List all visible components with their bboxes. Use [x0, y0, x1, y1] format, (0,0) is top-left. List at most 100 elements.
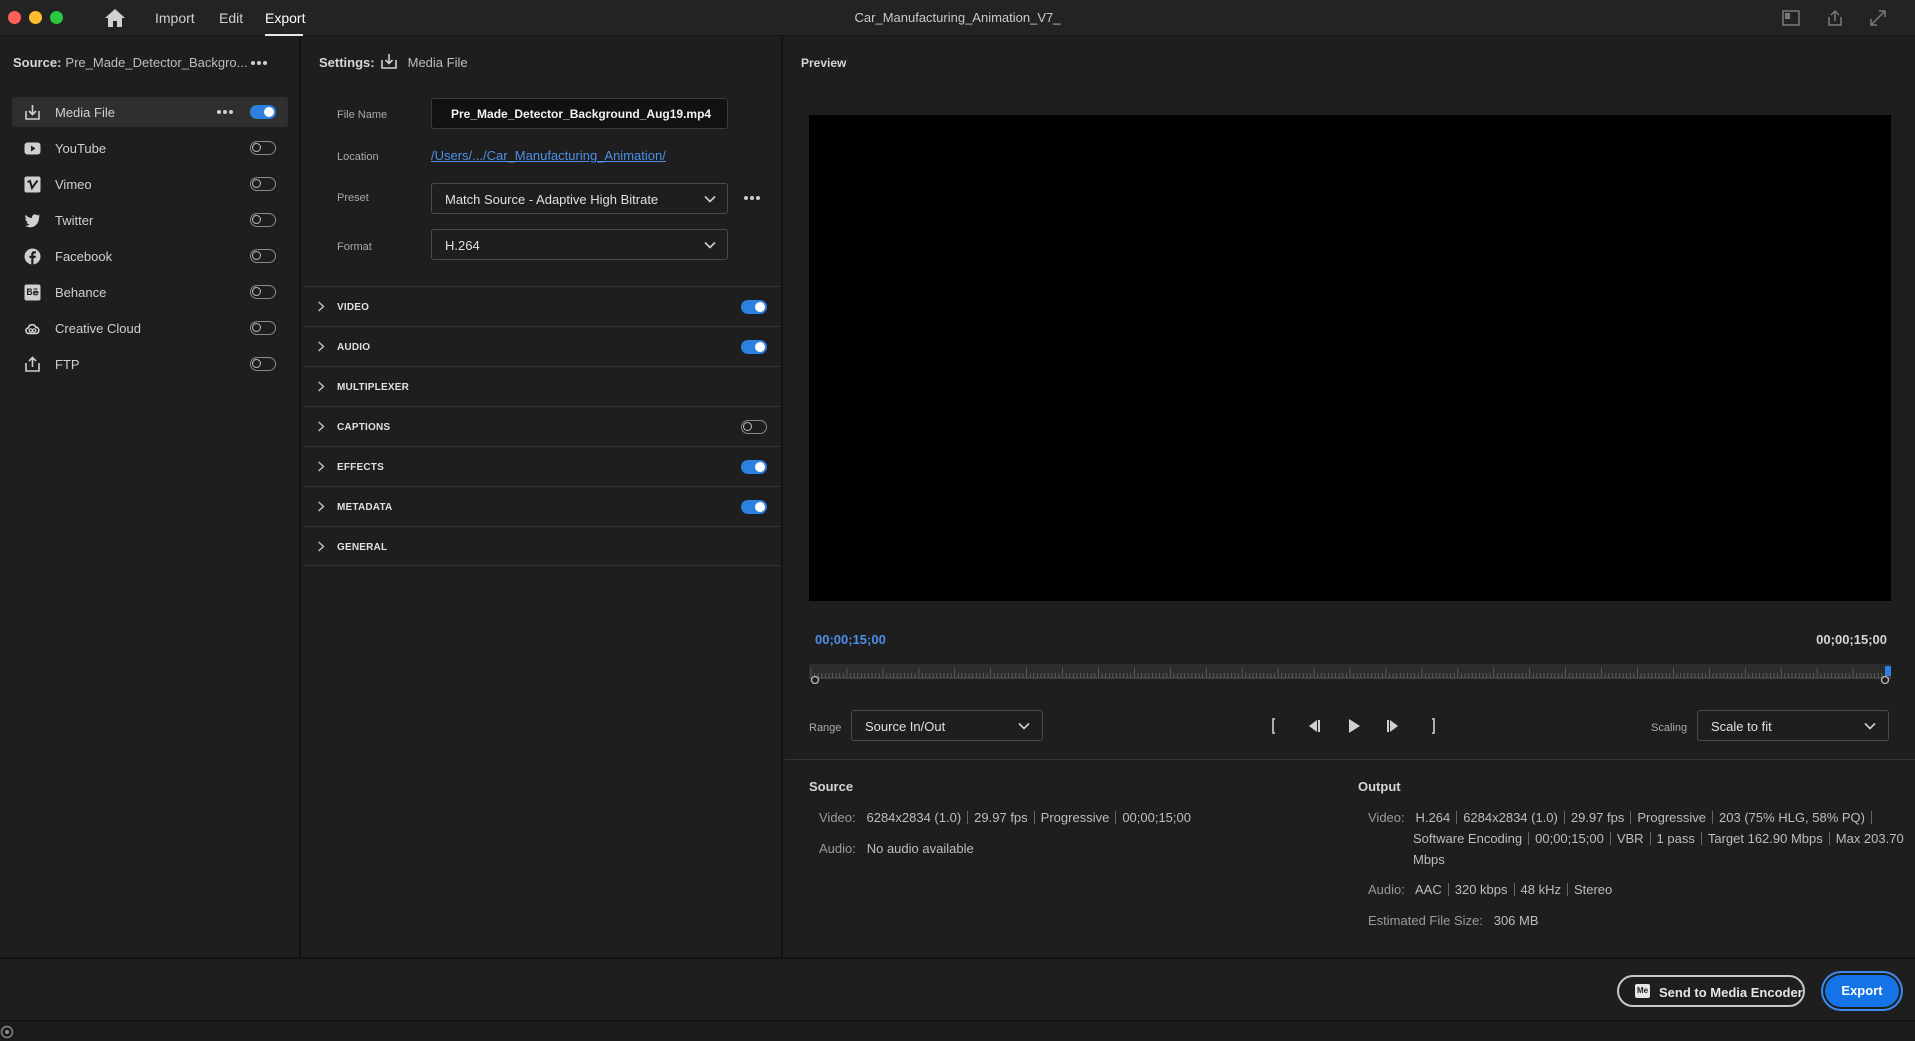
section-label: GENERAL — [337, 542, 388, 553]
info-key: Video: — [1368, 810, 1405, 825]
preset-more-icon[interactable] — [744, 196, 762, 202]
menu-edit[interactable]: Edit — [219, 10, 243, 26]
dest-label: Media File — [55, 105, 115, 120]
upload-icon — [25, 356, 40, 372]
section-multiplexer[interactable]: MULTIPLEXER — [303, 366, 781, 406]
dest-item-twitter[interactable]: Twitter — [12, 205, 288, 235]
bottom-bar: Me Send to Media Encoder Export — [0, 957, 1915, 1020]
dest-item-media-file[interactable]: Media File — [12, 97, 288, 127]
dest-item-creative-cloud[interactable]: Creative Cloud — [12, 313, 288, 343]
media-file-more-icon[interactable] — [217, 110, 235, 116]
chevron-down-icon — [704, 241, 716, 249]
mark-in-icon[interactable] — [1264, 716, 1284, 736]
current-timecode[interactable]: 00;00;15;00 — [815, 632, 886, 647]
close-window-button[interactable] — [8, 11, 21, 24]
preset-dropdown[interactable]: Match Source - Adaptive High Bitrate — [431, 183, 728, 214]
metadata-toggle[interactable] — [741, 500, 767, 514]
creative-cloud-icon — [25, 323, 40, 335]
effects-toggle[interactable] — [741, 460, 767, 474]
info-value: 00;00;15;00 — [1535, 831, 1604, 846]
section-captions[interactable]: CAPTIONS — [303, 406, 781, 446]
out-point-handle[interactable] — [1880, 675, 1890, 684]
preset-label: Preset — [337, 192, 369, 204]
media-encoder-icon: Me — [1635, 984, 1650, 998]
chevron-right-icon — [317, 541, 325, 552]
mark-out-icon[interactable] — [1423, 716, 1443, 736]
fullscreen-icon[interactable] — [1868, 8, 1888, 28]
export-file-icon — [25, 105, 40, 120]
source-value: Pre_Made_Detector_Backgro... — [65, 55, 248, 70]
section-metadata[interactable]: METADATA — [303, 486, 781, 526]
output-video-line-2: Software Encoding 00;00;15;00 VBR 1 pass Tar… — [1413, 831, 1904, 846]
share-icon[interactable] — [1825, 8, 1845, 28]
video-preview — [809, 115, 1891, 601]
dest-item-vimeo[interactable]: Vimeo — [12, 169, 288, 199]
dest-label: Behance — [55, 285, 107, 300]
source-header: Source: Pre_Made_Detector_Backgro... — [13, 55, 248, 70]
menu-import[interactable]: Import — [155, 10, 195, 26]
chevron-down-icon — [1864, 722, 1876, 730]
step-back-icon[interactable] — [1303, 716, 1323, 736]
dest-item-ftp[interactable]: FTP — [12, 349, 288, 379]
info-value: Stereo — [1573, 882, 1613, 897]
panel-layout-icon[interactable] — [1781, 8, 1801, 28]
captions-toggle[interactable] — [741, 420, 767, 434]
info-value: Progressive — [1637, 810, 1707, 825]
scaling-dropdown[interactable]: Scale to fit — [1697, 710, 1889, 741]
creative-cloud-toggle[interactable] — [250, 321, 276, 335]
format-value: H.264 — [445, 238, 480, 253]
step-forward-icon[interactable] — [1384, 716, 1404, 736]
zoom-window-button[interactable] — [50, 11, 63, 24]
section-effects[interactable]: EFFECTS — [303, 446, 781, 486]
status-bar — [0, 1020, 1915, 1041]
playhead-marker[interactable] — [1885, 666, 1891, 676]
send-to-media-encoder-button[interactable]: Me Send to Media Encoder — [1617, 975, 1805, 1007]
vimeo-toggle[interactable] — [250, 177, 276, 191]
info-key: Video: — [819, 810, 856, 825]
duration-timecode: 00;00;15;00 — [1816, 632, 1887, 647]
info-key: Audio: — [1368, 882, 1405, 897]
active-menu-indicator — [265, 34, 303, 36]
chevron-right-icon — [317, 341, 325, 352]
section-video[interactable]: VIDEO — [303, 286, 781, 326]
dest-label: Creative Cloud — [55, 321, 141, 336]
section-label: EFFECTS — [337, 462, 384, 473]
format-dropdown[interactable]: H.264 — [431, 229, 728, 260]
chevron-right-icon — [317, 421, 325, 432]
section-general[interactable]: GENERAL — [303, 526, 781, 566]
send-to-media-encoder-label: Send to Media Encoder — [1659, 985, 1803, 1000]
ftp-toggle[interactable] — [250, 357, 276, 371]
audio-toggle[interactable] — [741, 340, 767, 354]
settings-label: Settings: — [319, 55, 375, 70]
source-info-title: Source — [809, 779, 854, 794]
status-icon — [0, 1025, 14, 1039]
dest-item-behance[interactable]: Behance — [12, 277, 288, 307]
location-link[interactable]: /Users/.../Car_Manufacturing_Animation/ — [431, 148, 666, 163]
source-label: Source: — [13, 55, 62, 70]
info-value: Software Encoding — [1413, 831, 1523, 846]
behance-toggle[interactable] — [250, 285, 276, 299]
minimize-window-button[interactable] — [29, 11, 42, 24]
timeline-scrubber[interactable] — [809, 662, 1891, 684]
media-file-toggle[interactable] — [250, 105, 276, 119]
info-value: No audio available — [866, 841, 974, 856]
play-icon[interactable] — [1344, 716, 1364, 736]
youtube-toggle[interactable] — [250, 141, 276, 155]
export-button[interactable]: Export — [1825, 975, 1899, 1007]
format-label: Format — [337, 241, 372, 253]
section-audio[interactable]: AUDIO — [303, 326, 781, 366]
info-value: 320 kbps — [1454, 882, 1508, 897]
chevron-right-icon — [317, 501, 325, 512]
video-toggle[interactable] — [741, 300, 767, 314]
menu-export[interactable]: Export — [265, 10, 305, 26]
in-point-handle[interactable] — [810, 675, 820, 684]
range-dropdown[interactable]: Source In/Out — [851, 710, 1043, 741]
source-more-icon[interactable] — [251, 61, 269, 67]
twitter-toggle[interactable] — [250, 213, 276, 227]
home-icon[interactable] — [104, 8, 126, 28]
vimeo-icon — [24, 176, 41, 193]
dest-item-facebook[interactable]: Facebook — [12, 241, 288, 271]
file-name-input[interactable]: Pre_Made_Detector_Background_Aug19.mp4 — [431, 98, 728, 129]
facebook-toggle[interactable] — [250, 249, 276, 263]
dest-item-youtube[interactable]: YouTube — [12, 133, 288, 163]
